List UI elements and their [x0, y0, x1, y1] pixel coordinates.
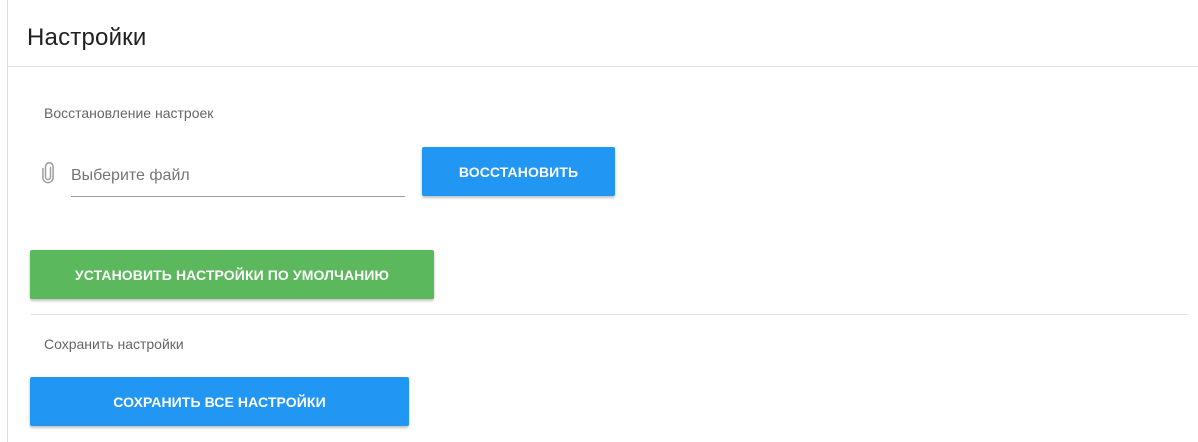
paperclip-icon[interactable]	[40, 162, 56, 184]
settings-panel: Настройки Восстановление настроек ВОССТА…	[0, 0, 1198, 442]
file-input[interactable]	[71, 160, 405, 197]
save-section-label: Сохранить настройки	[44, 336, 184, 352]
set-defaults-button[interactable]: УСТАНОВИТЬ НАСТРОЙКИ ПО УМОЛЧАНИЮ	[30, 250, 434, 299]
restore-section-label: Восстановление настроек	[44, 105, 214, 121]
save-all-settings-button[interactable]: СОХРАНИТЬ ВСЕ НАСТРОЙКИ	[30, 377, 409, 426]
file-picker[interactable]	[40, 160, 405, 197]
header-divider	[8, 66, 1198, 67]
restore-button[interactable]: ВОССТАНОВИТЬ	[422, 147, 615, 196]
section-divider	[31, 314, 1187, 315]
page-title: Настройки	[27, 24, 147, 51]
